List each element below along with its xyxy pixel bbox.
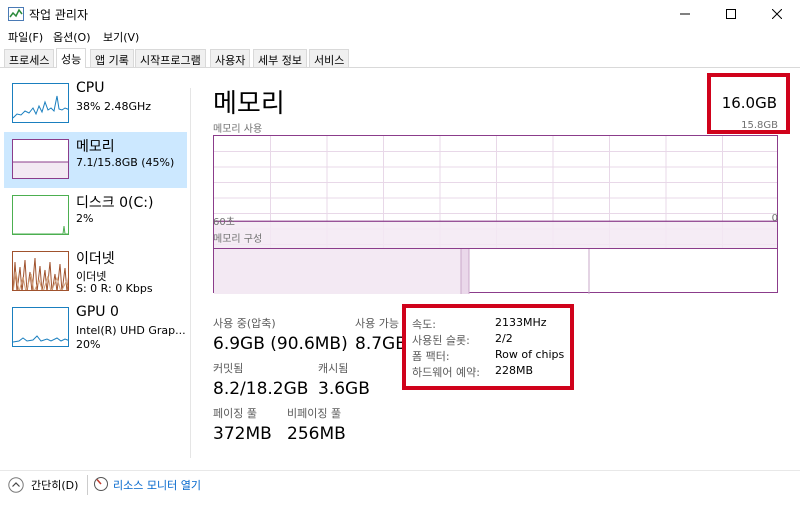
resource-detail: 38% 2.48GHz bbox=[76, 100, 152, 113]
chevron-up-icon[interactable] bbox=[8, 477, 24, 493]
stat-value: 372MB bbox=[213, 424, 272, 444]
time-axis-start: 60초 bbox=[213, 217, 235, 228]
stat-cached: 캐시됨 3.6GB bbox=[318, 360, 370, 399]
resource-detail: Intel(R) UHD Grap... bbox=[76, 324, 186, 337]
resource-detail: 2% bbox=[76, 212, 94, 225]
memory-composition-bar bbox=[213, 248, 778, 294]
spec-key: 하드웨어 예약: bbox=[412, 366, 480, 379]
resource-name: 이더넷 bbox=[76, 251, 115, 267]
panel-divider[interactable] bbox=[190, 88, 191, 458]
resource-name: 디스크 0(C:) bbox=[76, 195, 154, 211]
disk-thumbnail bbox=[12, 195, 69, 235]
ethernet-thumbnail bbox=[12, 251, 69, 291]
divider bbox=[87, 475, 88, 495]
resource-monitor-icon[interactable] bbox=[93, 476, 109, 492]
stat-available: 사용 가능 8.7GB bbox=[355, 315, 407, 354]
tab-users[interactable]: 사용자 bbox=[210, 49, 251, 67]
tab-details[interactable]: 세부 정보 bbox=[253, 49, 307, 67]
stat-label: 캐시됨 bbox=[318, 362, 349, 375]
resource-memory[interactable]: 메모리 7.1/15.8GB (45%) bbox=[4, 132, 187, 188]
stat-label: 페이징 풀 bbox=[213, 407, 257, 420]
tab-app-history[interactable]: 앱 기록 bbox=[90, 49, 134, 67]
stat-label: 커밋됨 bbox=[213, 362, 244, 375]
resource-throughput: S: 0 R: 0 Kbps bbox=[76, 282, 153, 295]
spec-value: 2133MHz bbox=[495, 316, 547, 329]
fewer-details-button[interactable]: 간단히(D) bbox=[31, 477, 78, 493]
tab-startup[interactable]: 시작프로그램 bbox=[135, 49, 206, 67]
resource-utilization: 20% bbox=[76, 338, 101, 351]
spec-key: 속도: bbox=[412, 318, 436, 331]
stat-paged-pool: 페이징 풀 372MB bbox=[213, 405, 272, 444]
stat-value: 8.7GB bbox=[355, 334, 407, 354]
stat-value: 3.6GB bbox=[318, 379, 370, 399]
spec-value: 228MB bbox=[495, 364, 534, 377]
spec-value: Row of chips bbox=[495, 348, 565, 361]
minimize-icon bbox=[680, 13, 690, 15]
stat-committed: 커밋됨 8.2/18.2GB bbox=[213, 360, 308, 399]
tab-performance[interactable]: 성능 bbox=[56, 48, 87, 68]
stat-nonpaged-pool: 비페이징 풀 256MB bbox=[287, 405, 346, 444]
memory-thumbnail bbox=[12, 139, 69, 179]
resource-ethernet[interactable]: 이더넷 이더넷 S: 0 R: 0 Kbps bbox=[4, 244, 187, 300]
stat-value: 6.9GB (90.6MB) bbox=[213, 334, 348, 354]
bottom-bar: 간단히(D) 리소스 모니터 열기 bbox=[0, 470, 800, 506]
tab-processes[interactable]: 프로세스 bbox=[4, 49, 55, 67]
stat-label: 사용 가능 bbox=[355, 317, 399, 330]
usage-graph-label: 메모리 사용 bbox=[213, 124, 263, 135]
resource-detail: 7.1/15.8GB (45%) bbox=[76, 156, 175, 169]
usage-graph-max: 15.8GB bbox=[741, 120, 778, 131]
close-icon bbox=[772, 9, 782, 19]
stat-label: 비페이징 풀 bbox=[287, 407, 342, 420]
resource-name: GPU 0 bbox=[76, 304, 119, 320]
tab-strip: 프로세스 성능 앱 기록 시작프로그램 사용자 세부 정보 서비스 bbox=[0, 48, 800, 68]
page-title: 메모리 bbox=[213, 89, 285, 119]
stat-value: 8.2/18.2GB bbox=[213, 379, 309, 399]
resource-gpu[interactable]: GPU 0 Intel(R) UHD Grap... 20% bbox=[4, 300, 187, 356]
resource-name: CPU bbox=[76, 80, 105, 96]
stat-value: 256MB bbox=[287, 424, 346, 444]
resource-disk[interactable]: 디스크 0(C:) 2% bbox=[4, 188, 187, 244]
open-resource-monitor-link[interactable]: 리소스 모니터 열기 bbox=[113, 477, 201, 493]
spec-key: 폼 팩터: bbox=[412, 350, 450, 363]
resource-cpu[interactable]: CPU 38% 2.48GHz bbox=[4, 76, 187, 132]
menu-view[interactable]: 보기(V) bbox=[103, 29, 139, 45]
menu-options[interactable]: 옵션(O) bbox=[53, 29, 90, 45]
menu-file[interactable]: 파일(F) bbox=[8, 29, 43, 45]
stat-in-use: 사용 중(압축) 6.9GB (90.6MB) bbox=[213, 315, 348, 354]
task-manager-icon bbox=[8, 7, 24, 21]
tab-services[interactable]: 서비스 bbox=[309, 49, 350, 67]
stat-label: 사용 중(압축) bbox=[213, 317, 276, 330]
spec-value: 2/2 bbox=[495, 332, 513, 345]
memory-capacity: 16.0GB bbox=[721, 94, 777, 112]
minimize-button[interactable] bbox=[662, 0, 708, 28]
resource-list: CPU 38% 2.48GHz 메모리 7.1/15.8GB (45%) 디스크… bbox=[0, 70, 190, 470]
close-button[interactable] bbox=[754, 0, 800, 28]
title-bar: 작업 관리자 bbox=[0, 0, 800, 28]
maximize-icon bbox=[726, 9, 736, 19]
gpu-thumbnail bbox=[12, 307, 69, 347]
composition-label: 메모리 구성 bbox=[213, 234, 263, 245]
cpu-thumbnail bbox=[12, 83, 69, 123]
maximize-button[interactable] bbox=[708, 0, 754, 28]
memory-panel: 메모리 16.0GB 메모리 사용 15.8GB 60초 0 메모리 구성 사용… bbox=[210, 73, 790, 460]
spec-key: 사용된 슬롯: bbox=[412, 334, 470, 347]
window-title: 작업 관리자 bbox=[29, 8, 89, 22]
time-axis-end: 0 bbox=[771, 213, 778, 224]
resource-name: 메모리 bbox=[76, 139, 115, 155]
